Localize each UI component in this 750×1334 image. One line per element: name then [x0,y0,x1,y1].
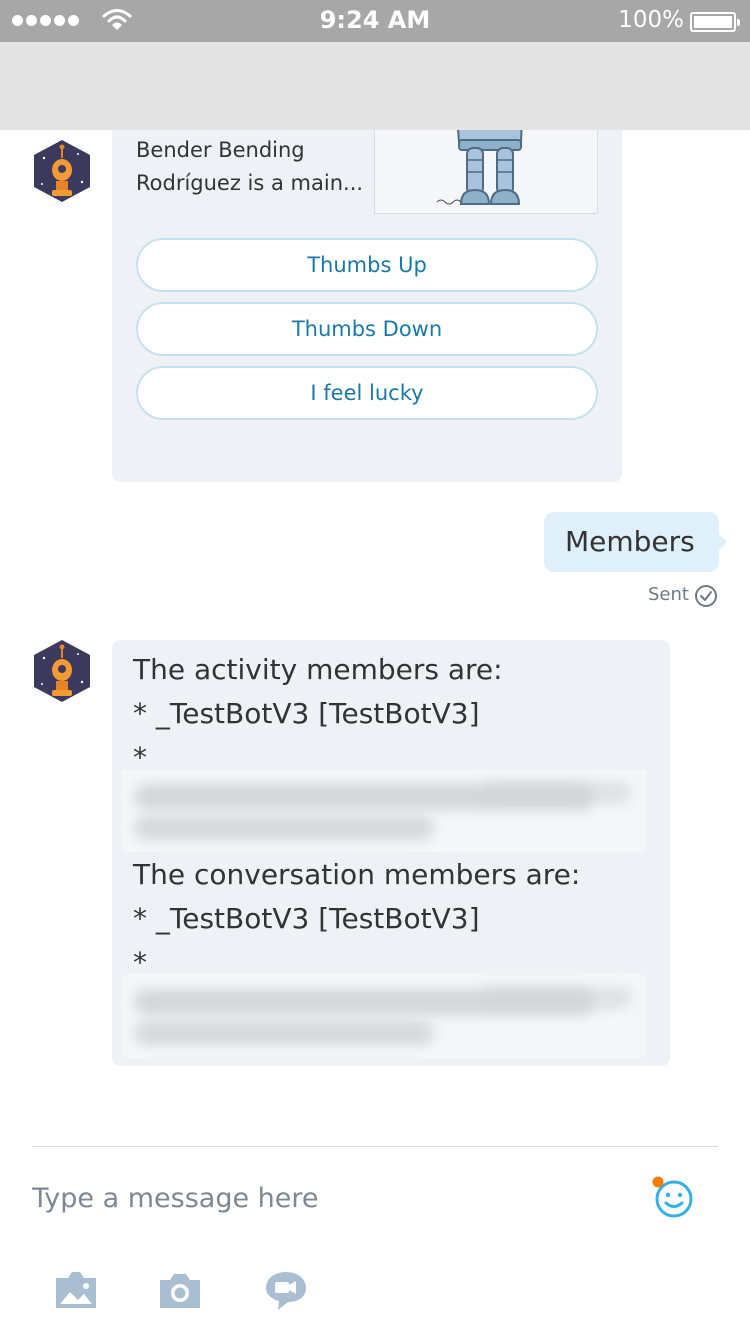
conversation-members-heading: The conversation members are: [133,858,581,891]
bot-avatar [34,140,90,202]
thumbs-down-button[interactable]: Thumbs Down [136,302,598,356]
navigation-bar [0,42,750,130]
message-input[interactable] [32,1176,592,1220]
card-text-line-2: Rodríguez is a main... [136,171,364,195]
image-icon[interactable] [52,1268,100,1312]
chat-history[interactable]: Bender Bending Rodríguez is a main... Th… [0,130,750,1145]
hero-card: Bender Bending Rodríguez is a main... Th… [112,130,622,482]
conversation-member-item: * _TestBotV3 [TestBotV3] [133,902,480,935]
card-text-line-1: Bender Bending [136,138,305,162]
card-text: Bender Bending Rodríguez is a main... [136,134,366,200]
thumbs-up-button[interactable]: Thumbs Up [136,238,598,292]
bot-message-bubble: The activity members are: * _TestBotV3 [… [112,640,670,1066]
redacted-content [122,975,646,1057]
status-bar: 9:24 AM 100% [0,0,750,42]
activity-member-item: * _TestBotV3 [TestBotV3] [133,697,480,730]
user-message-bubble: Members [544,512,727,572]
battery-percentage: 100% [618,7,684,33]
battery-icon [690,12,740,32]
card-image[interactable] [374,130,598,214]
compose-divider [32,1146,718,1147]
feel-lucky-button[interactable]: I feel lucky [136,366,598,420]
bender-robot-image [436,130,523,205]
message-status: Sent [648,584,689,605]
bot-avatar [34,640,90,702]
activity-members-heading: The activity members are: [133,653,503,686]
redacted-content [122,770,646,852]
smiley-icon[interactable] [650,1174,696,1220]
video-chat-icon[interactable] [262,1268,310,1312]
sent-check-icon [695,585,717,607]
camera-icon[interactable] [156,1268,204,1312]
